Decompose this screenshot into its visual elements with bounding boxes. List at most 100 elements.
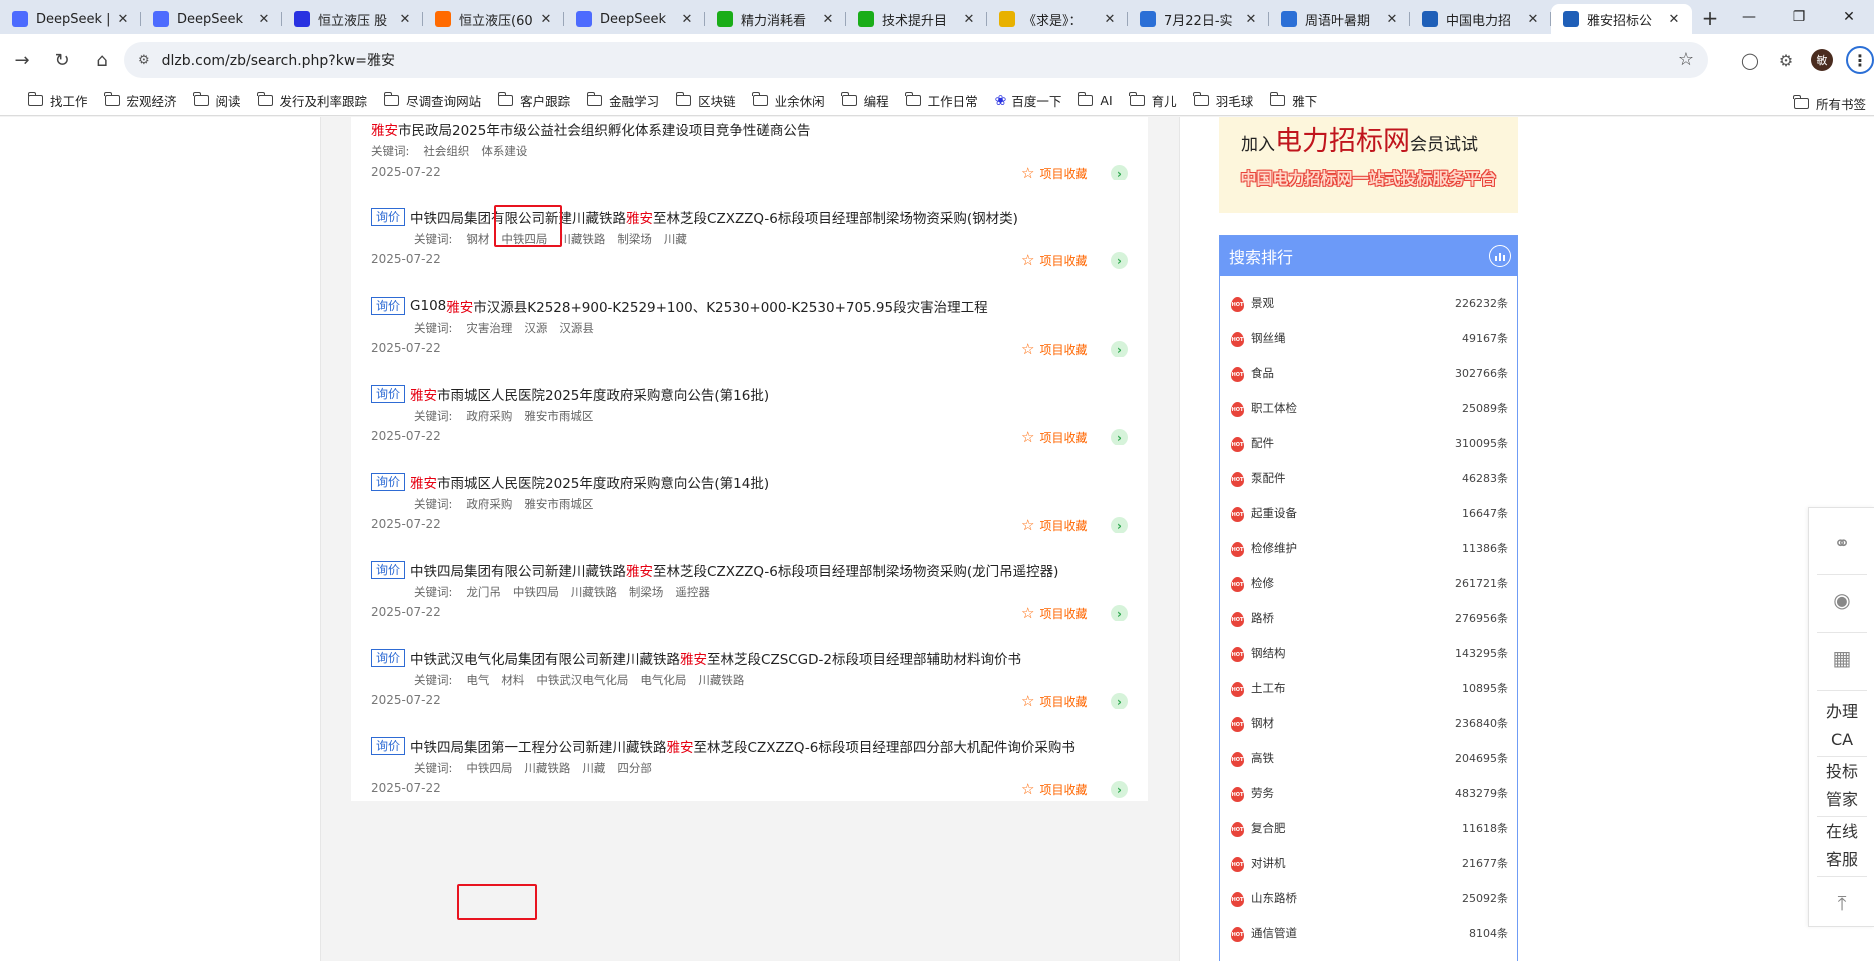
tab-close-icon[interactable]: ✕ (961, 12, 977, 27)
tab-4[interactable]: DeepSeek ✕ (564, 4, 705, 34)
home-icon[interactable]: ⌂ (84, 42, 120, 78)
ranking-item[interactable]: HOT 食品 302766条 (1230, 363, 1508, 383)
tab-close-icon[interactable]: ✕ (1102, 12, 1118, 27)
tab-5[interactable]: 精力消耗看 ✕ (705, 4, 846, 34)
ranking-item[interactable]: HOT 职工体检 25089条 (1230, 398, 1508, 418)
bookmark-4[interactable]: 尽调查询网站 (383, 91, 481, 110)
keyword-tag[interactable]: 灾害治理 (466, 320, 512, 336)
ranking-item[interactable]: HOT 劳务 483279条 (1230, 783, 1508, 803)
keyword-tag[interactable]: 钢材 (466, 231, 489, 247)
tab-close-icon[interactable]: ✕ (397, 12, 413, 27)
favorite-project-button[interactable]: ☆ 项目收藏 (1021, 516, 1087, 534)
favorite-project-button[interactable]: ☆ 项目收藏 (1021, 780, 1087, 798)
tab-2[interactable]: 恒立液压 股 ✕ (282, 4, 423, 34)
minimize-icon[interactable]: — (1724, 0, 1774, 34)
tab-close-icon[interactable]: ✕ (1384, 12, 1400, 27)
keyword-tag[interactable]: 中铁武汉电气化局 (536, 672, 628, 688)
bookmark-10[interactable]: 工作日常 (905, 91, 978, 110)
bookmark-13[interactable]: 育儿 (1129, 91, 1177, 110)
keyword-tag[interactable]: 制梁场 (629, 584, 664, 600)
result-title-link[interactable]: 询价 中铁武汉电气化局集团有限公司新建川藏铁路 雅安 至林芝段CZSCGD-2标段项目… (371, 648, 1021, 668)
headset-icon[interactable]: ⚭ (1809, 526, 1874, 560)
qr-code-icon[interactable]: ▦ (1809, 641, 1874, 675)
restore-icon[interactable]: ❐ (1774, 0, 1824, 34)
bookmark-2[interactable]: 阅读 (193, 91, 241, 110)
keyword-tag[interactable]: 龙门吊 (466, 584, 501, 600)
favorite-project-button[interactable]: ☆ 项目收藏 (1021, 692, 1087, 710)
ranking-item[interactable]: HOT 高铁 204695条 (1230, 748, 1508, 768)
tab-close-icon[interactable]: ✕ (538, 12, 554, 27)
tender-manager-button[interactable]: 投标 管家 (1809, 758, 1874, 814)
keyword-tag[interactable]: 体系建设 (481, 143, 527, 159)
keyword-tag[interactable]: 材料 (501, 672, 524, 688)
member-banner[interactable]: 加入电力招标网会员试试 中国电力招标网一站式投标服务平台 (1219, 117, 1518, 213)
ranking-item[interactable]: HOT 土工布 10895条 (1230, 678, 1508, 698)
keyword-tag[interactable]: 中铁四局 (466, 760, 512, 776)
result-title-link[interactable]: 询价 G108 雅安 市汉源县K2528+900-K2529+100、K2530+00… (371, 296, 988, 316)
arrow-right-icon[interactable]: › (1111, 517, 1128, 534)
keyword-tag[interactable]: 雅安市雨城区 (524, 496, 593, 512)
ranking-item[interactable]: HOT 检修维护 11386条 (1230, 538, 1508, 558)
tab-10[interactable]: 中国电力招 ✕ (1410, 4, 1551, 34)
result-title-link[interactable]: 询价 中铁四局集团第一工程分公司新建川藏铁路 雅安 至林芝段CZXZZQ-6标段项目经… (371, 736, 1075, 756)
arrow-right-icon[interactable]: › (1111, 341, 1128, 358)
profile-avatar[interactable]: 敏 (1804, 42, 1840, 78)
ranking-item[interactable]: HOT 钢丝绳 49167条 (1230, 328, 1508, 348)
arrow-right-icon[interactable]: › (1111, 429, 1128, 446)
keyword-tag[interactable]: 电气化局 (640, 672, 686, 688)
ranking-item[interactable]: HOT 起重设备 16647条 (1230, 503, 1508, 523)
keyword-tag[interactable]: 社会组织 (423, 143, 469, 159)
arrow-right-icon[interactable]: › (1111, 781, 1128, 798)
tab-close-icon[interactable]: ✕ (115, 12, 131, 27)
tab-11[interactable]: 雅安招标公 ✕ (1551, 4, 1692, 34)
arrow-right-icon[interactable]: › (1111, 252, 1128, 269)
keyword-tag[interactable]: 电气 (466, 672, 489, 688)
tab-3[interactable]: 恒立液压(60 ✕ (423, 4, 564, 34)
close-window-icon[interactable]: ✕ (1824, 0, 1874, 34)
tab-6[interactable]: 技术提升目 ✕ (846, 4, 987, 34)
ranking-item[interactable]: HOT 钢材 236840条 (1230, 713, 1508, 733)
new-tab-button[interactable]: + (1692, 4, 1728, 34)
favorite-project-button[interactable]: ☆ 项目收藏 (1021, 604, 1087, 622)
bookmark-14[interactable]: 羽毛球 (1193, 91, 1253, 110)
bookmark-11[interactable]: ❀ 百度一下 (995, 91, 1062, 110)
tab-close-icon[interactable]: ✕ (1243, 12, 1259, 27)
result-title-link[interactable]: 询价 雅安 市雨城区人民医院2025年度政府采购意向公告(第16批) (371, 384, 769, 404)
tab-close-icon[interactable]: ✕ (256, 12, 272, 27)
bar-chart-icon[interactable] (1489, 245, 1511, 267)
bookmark-9[interactable]: 编程 (841, 91, 889, 110)
tab-9[interactable]: 周语叶暑期 ✕ (1269, 4, 1410, 34)
extension-circle-icon[interactable]: ◯ (1732, 42, 1768, 78)
keyword-tag[interactable]: 政府采购 (466, 408, 512, 424)
bookmark-7[interactable]: 区块链 (675, 91, 736, 110)
result-title-link[interactable]: 询价 中铁四局集团有限公司新建川藏铁路 雅安 至林芝段CZXZZQ-6标段项目经理部制… (371, 560, 1058, 580)
apply-ca-button[interactable]: 办理 CA (1809, 698, 1874, 754)
bookmark-8[interactable]: 业余休闲 (752, 91, 825, 110)
favorite-project-button[interactable]: ☆ 项目收藏 (1021, 428, 1087, 446)
keyword-tag[interactable]: 汉源县 (559, 320, 594, 336)
keyword-tag[interactable]: 川藏铁路 (571, 584, 617, 600)
keyword-tag[interactable]: 四分部 (617, 760, 652, 776)
favorite-project-button[interactable]: ☆ 项目收藏 (1021, 251, 1087, 269)
result-title-link[interactable]: 雅安 市民政局2025年市级公益社会组织孵化体系建设项目竞争性磋商公告 (371, 119, 810, 139)
back-icon[interactable]: → (4, 42, 40, 78)
url-text[interactable]: dlzb.com/zb/search.php?kw=雅安 (162, 50, 395, 70)
bookmark-5[interactable]: 客户跟踪 (497, 91, 570, 110)
tab-0[interactable]: DeepSeek | ✕ (0, 4, 141, 34)
notification-bell-icon[interactable]: ◉ (1809, 583, 1874, 617)
ranking-item[interactable]: HOT 检修 261721条 (1230, 573, 1508, 593)
arrow-right-icon[interactable]: › (1111, 693, 1128, 710)
tab-close-icon[interactable]: ✕ (1666, 12, 1682, 27)
tab-7[interactable]: 《求是》： ✕ (987, 4, 1128, 34)
keyword-tag[interactable]: 制梁场 (617, 231, 652, 247)
extensions-puzzle-icon[interactable]: ⚙ (1768, 42, 1804, 78)
ranking-item[interactable]: HOT 泵配件 46283条 (1230, 468, 1508, 488)
tab-1[interactable]: DeepSeek ✕ (141, 4, 282, 34)
bookmark-star-icon[interactable]: ☆ (1678, 49, 1694, 70)
arrow-right-icon[interactable]: › (1111, 605, 1128, 622)
keyword-tag[interactable]: 中铁四局 (513, 584, 559, 600)
ranking-item[interactable]: HOT 通信管道 8104条 (1230, 923, 1508, 943)
ranking-item[interactable]: HOT 配件 310095条 (1230, 433, 1508, 453)
bookmark-3[interactable]: 发行及利率跟踪 (257, 91, 367, 110)
keyword-tag[interactable]: 川藏 (582, 760, 605, 776)
